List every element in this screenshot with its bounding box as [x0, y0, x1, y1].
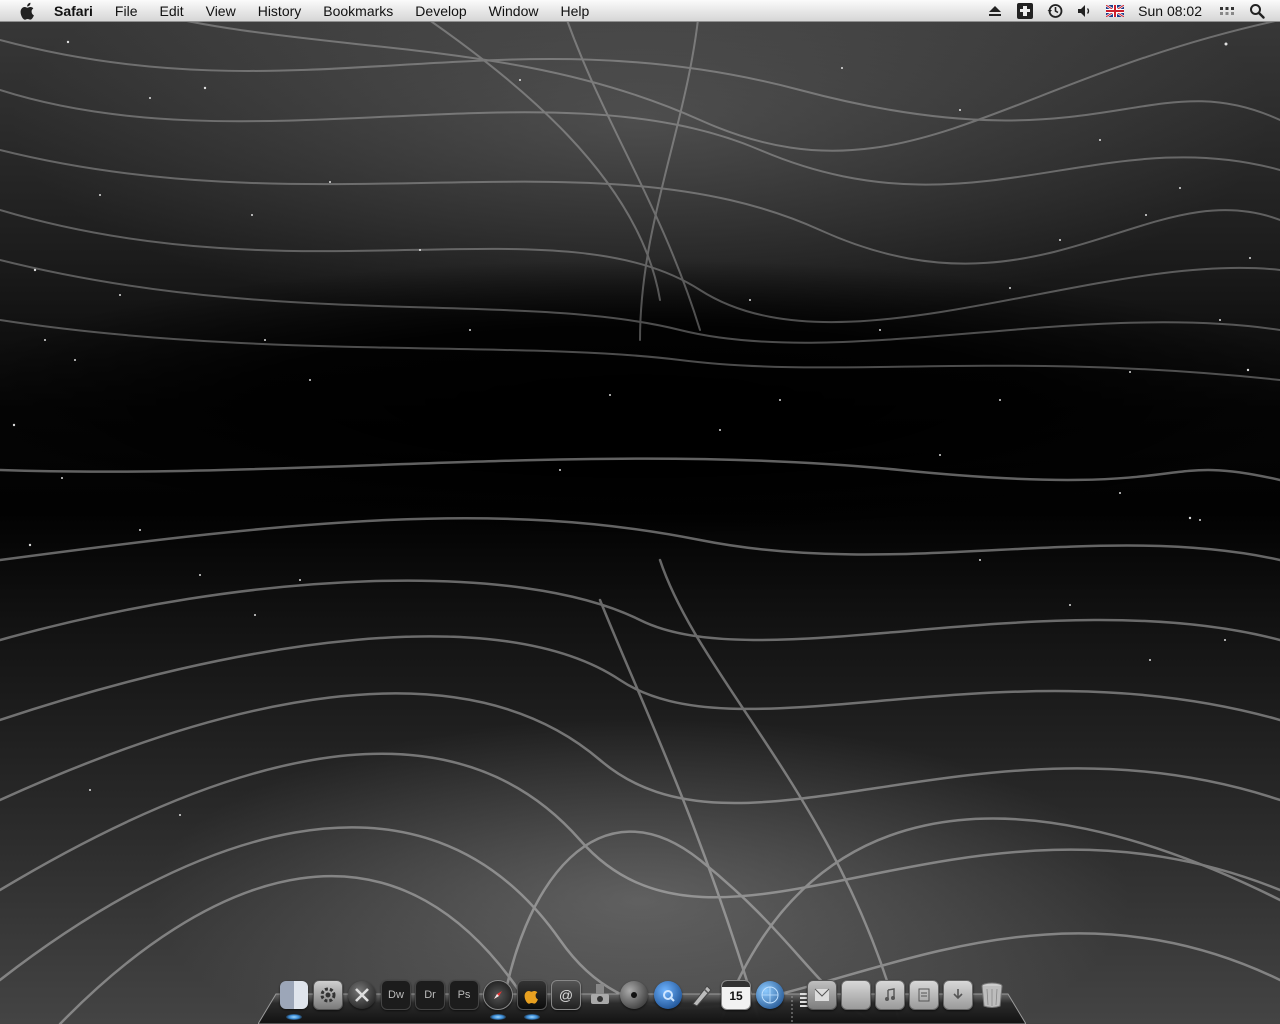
trash-icon[interactable] — [976, 978, 1008, 1012]
desktop-wallpaper — [0, 0, 1280, 1024]
uk-flag-input-icon[interactable] — [1104, 0, 1126, 22]
apple-store-icon[interactable] — [516, 978, 548, 1020]
dreamweaver-icon[interactable]: Dw — [380, 978, 412, 1012]
address-book-icon[interactable]: @ — [550, 978, 582, 1012]
menu-clock[interactable]: Sun 08:02 — [1138, 3, 1202, 19]
documents-folder-icon[interactable] — [908, 978, 940, 1012]
spaces-icon[interactable] — [1216, 0, 1238, 22]
apple-logo-icon[interactable] — [17, 2, 39, 20]
menu-help[interactable]: Help — [549, 0, 600, 22]
menu-view[interactable]: View — [195, 0, 247, 22]
running-indicator — [286, 1014, 302, 1020]
menu-edit[interactable]: Edit — [148, 0, 194, 22]
safari-compass-icon[interactable] — [482, 978, 514, 1020]
dreamweaver-icon-2[interactable]: Dr — [414, 978, 446, 1012]
eject-icon[interactable] — [984, 0, 1006, 22]
menu-history[interactable]: History — [247, 0, 313, 22]
calendar-header — [722, 981, 750, 987]
inspector-icon[interactable] — [1014, 0, 1036, 22]
menu-bar: Safari File Edit View History Bookmarks … — [0, 0, 1280, 22]
menu-file[interactable]: File — [104, 0, 149, 22]
photoshop-icon[interactable]: Ps — [448, 978, 480, 1012]
applications-folder-icon[interactable] — [840, 978, 872, 1012]
calendar-icon[interactable]: 15 — [720, 978, 752, 1012]
menu-app-name[interactable]: Safari — [50, 0, 104, 22]
spotlight-icon[interactable] — [1246, 0, 1268, 22]
time-machine-icon[interactable] — [1044, 0, 1066, 22]
mail-folder-icon[interactable] — [806, 978, 838, 1012]
wallpaper-light-streams — [0, 0, 1280, 1024]
menu-window[interactable]: Window — [478, 0, 550, 22]
quicktime-icon[interactable] — [652, 978, 684, 1012]
globe-icon[interactable] — [754, 978, 786, 1012]
mac-os-x-icon[interactable] — [346, 978, 378, 1012]
running-indicator — [490, 1014, 506, 1020]
menu-bookmarks[interactable]: Bookmarks — [312, 0, 404, 22]
downloads-folder-icon[interactable] — [942, 978, 974, 1012]
menu-extras: Sun 08:02 — [980, 0, 1280, 22]
running-indicator — [524, 1014, 540, 1020]
pen-tool-icon[interactable] — [686, 978, 718, 1012]
menu-bar-left: Safari File Edit View History Bookmarks … — [0, 0, 600, 22]
music-folder-icon[interactable] — [874, 978, 906, 1012]
finder-icon[interactable] — [278, 978, 310, 1020]
calendar-date: 15 — [729, 989, 743, 1003]
menu-develop[interactable]: Develop — [404, 0, 477, 22]
dock: Dw Dr Ps @ 15 — [276, 978, 1016, 1024]
dashboard-icon[interactable] — [584, 978, 616, 1012]
system-preferences-icon[interactable] — [312, 978, 344, 1012]
volume-icon[interactable] — [1074, 0, 1096, 22]
itunes-icon[interactable] — [618, 978, 650, 1012]
